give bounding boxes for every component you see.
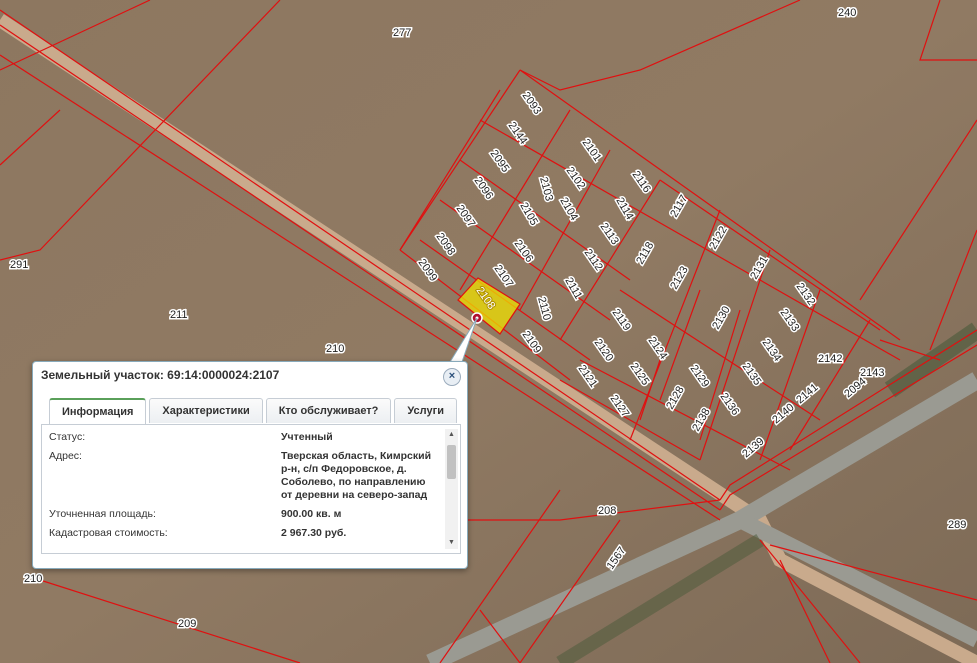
parcel-label-211: 211 xyxy=(170,309,188,321)
tab-info[interactable]: Информация xyxy=(49,398,147,425)
parcel-label-210: 210 xyxy=(24,573,42,585)
parcel-label-240: 240 xyxy=(838,7,856,19)
cost-value: 2 967.30 руб. xyxy=(281,527,347,539)
parcel-label-277: 277 xyxy=(393,27,411,39)
parcel-label-210: 210 xyxy=(326,343,344,355)
tab-characteristics[interactable]: Характеристики xyxy=(149,398,263,423)
scroll-thumb[interactable] xyxy=(447,445,456,479)
info-rows: Статус: Учтенный Адрес: Тверская область… xyxy=(49,431,439,546)
parcel-label-209: 209 xyxy=(178,618,196,630)
scroll-up-icon[interactable]: ▲ xyxy=(445,429,458,441)
row-cost: Кадастровая стоимость: 2 967.30 руб. xyxy=(49,527,439,540)
address-value: Тверская область, Кимрский р-н, с/п Федо… xyxy=(281,450,432,501)
row-address: Адрес: Тверская область, Кимрский р-н, с… xyxy=(49,450,439,502)
parcel-label-2142: 2142 xyxy=(818,353,842,365)
popup-tabs: Информация Характеристики Кто обслуживае… xyxy=(49,398,457,425)
area-label: Уточненная площадь: xyxy=(49,508,156,520)
cost-label: Кадастровая стоимость: xyxy=(49,527,168,539)
parcel-label-208: 208 xyxy=(598,505,616,517)
scroll-down-icon[interactable]: ▼ xyxy=(445,537,458,549)
popup-pointer xyxy=(449,318,478,363)
tab-who-serves[interactable]: Кто обслуживает? xyxy=(265,398,392,423)
parcel-label-289: 289 xyxy=(948,519,966,531)
address-label: Адрес: xyxy=(49,450,82,462)
row-area: Уточненная площадь: 900.00 кв. м xyxy=(49,508,439,521)
panel-scrollbar[interactable]: ▲ ▼ xyxy=(445,429,458,549)
status-value: Учтенный xyxy=(281,431,333,443)
info-panel: Статус: Учтенный Адрес: Тверская область… xyxy=(41,424,461,554)
area-value: 900.00 кв. м xyxy=(281,508,342,520)
status-label: Статус: xyxy=(49,431,86,443)
row-status: Статус: Учтенный xyxy=(49,431,439,444)
close-icon[interactable]: × xyxy=(443,368,461,386)
parcel-info-popup: Земельный участок: 69:14:0000024:2107 × … xyxy=(32,361,468,569)
tab-services[interactable]: Услуги xyxy=(394,398,457,423)
parcel-label-2143: 2143 xyxy=(860,367,884,379)
popup-title: Земельный участок: 69:14:0000024:2107 xyxy=(41,368,280,382)
parcel-label-291: 291 xyxy=(10,259,28,271)
